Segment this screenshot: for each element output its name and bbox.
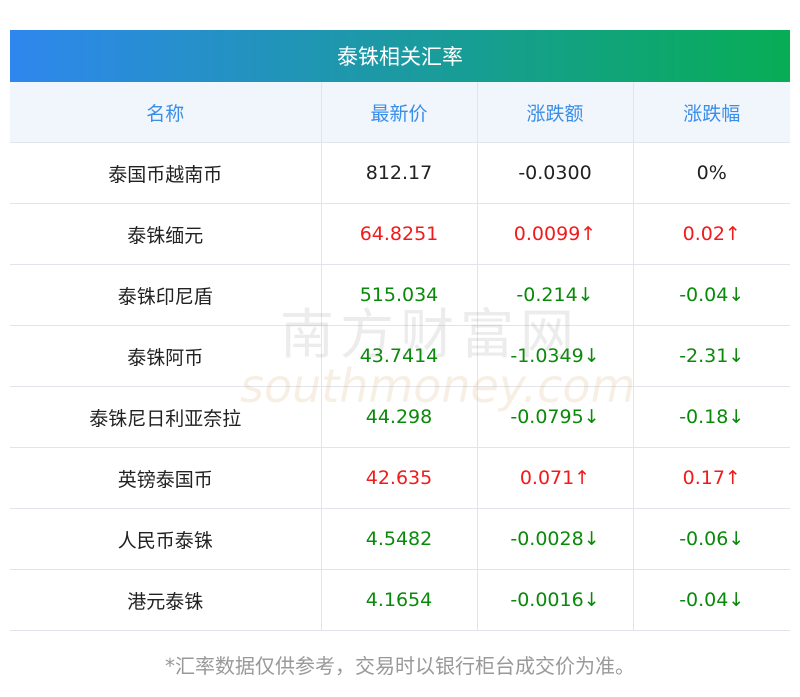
rate-price: 515.034: [320, 264, 477, 326]
rate-pct: -0.18↓: [632, 386, 790, 448]
rate-pct: 0%: [632, 142, 790, 204]
table-row: 英镑泰国币 42.635 0.071↑ 0.17↑: [10, 447, 790, 509]
rate-pct: -0.04↓: [632, 264, 790, 326]
table-row: 人民币泰铢 4.5482 -0.0028↓ -0.06↓: [10, 508, 790, 570]
rate-name: 泰铢尼日利亚奈拉: [10, 386, 321, 448]
rate-name: 英镑泰国币: [10, 447, 321, 509]
rate-change: 0.0099↑: [476, 203, 633, 265]
rate-change: -0.214↓: [476, 264, 633, 326]
rate-pct: 0.17↑: [632, 447, 790, 509]
rate-pct: -2.31↓: [632, 325, 790, 387]
rate-pct: -0.04↓: [632, 569, 790, 631]
col-header-pct: 涨跌幅: [632, 82, 790, 143]
table-row: 泰铢缅元 64.8251 0.0099↑ 0.02↑: [10, 203, 790, 265]
rate-change: -0.0028↓: [476, 508, 633, 570]
rate-change: -1.0349↓: [476, 325, 633, 387]
table-row: 泰铢尼日利亚奈拉 44.298 -0.0795↓ -0.18↓: [10, 386, 790, 448]
exchange-rate-table-card: 泰铢相关汇率 名称 最新价 涨跌额 涨跌幅 泰国币越南币 812.17 -0.030…: [10, 30, 790, 631]
col-header-price: 最新价: [320, 82, 477, 143]
rate-price: 4.5482: [320, 508, 477, 570]
rate-price: 44.298: [320, 386, 477, 448]
exchange-rate-table: 名称 最新价 涨跌额 涨跌幅 泰国币越南币 812.17 -0.0300 0% 泰铢缅元…: [10, 82, 790, 631]
col-header-name: 名称: [10, 82, 321, 143]
rate-name: 泰铢缅元: [10, 203, 321, 265]
rate-pct: 0.02↑: [632, 203, 790, 265]
disclaimer-note: *汇率数据仅供参考，交易时以银行柜台成交价为准。: [165, 654, 635, 678]
table-row: 泰国币越南币 812.17 -0.0300 0%: [10, 142, 790, 204]
rate-price: 43.7414: [320, 325, 477, 387]
table-row: 泰铢印尼盾 515.034 -0.214↓ -0.04↓: [10, 264, 790, 326]
rate-pct: -0.06↓: [632, 508, 790, 570]
table-row: 港元泰铢 4.1654 -0.0016↓ -0.04↓: [10, 569, 790, 631]
rate-change: -0.0300: [476, 142, 633, 204]
rate-price: 812.17: [320, 142, 477, 204]
rate-name: 港元泰铢: [10, 569, 321, 631]
rate-name: 泰国币越南币: [10, 142, 321, 204]
rate-change: -0.0016↓: [476, 569, 633, 631]
rate-name: 人民币泰铢: [10, 508, 321, 570]
rate-change: -0.0795↓: [476, 386, 633, 448]
col-header-change: 涨跌额: [476, 82, 633, 143]
table-row: 泰铢阿币 43.7414 -1.0349↓ -2.31↓: [10, 325, 790, 387]
table-title: 泰铢相关汇率: [10, 30, 790, 82]
rate-name: 泰铢阿币: [10, 325, 321, 387]
rate-price: 4.1654: [320, 569, 477, 631]
rate-change: 0.071↑: [476, 447, 633, 509]
rate-price: 64.8251: [320, 203, 477, 265]
header-row: 名称 最新价 涨跌额 涨跌幅: [10, 82, 790, 143]
rate-price: 42.635: [320, 447, 477, 509]
rate-name: 泰铢印尼盾: [10, 264, 321, 326]
